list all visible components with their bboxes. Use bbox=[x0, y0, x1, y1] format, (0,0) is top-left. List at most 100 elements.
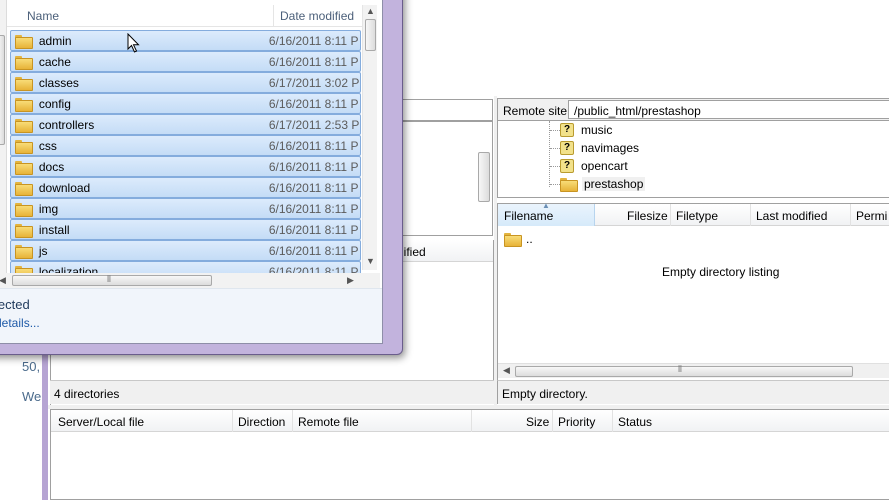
file-row[interactable]: img 6/16/2011 8:11 P bbox=[10, 198, 361, 219]
remote-tree-item-navimages[interactable]: ? navimages bbox=[550, 139, 639, 157]
file-date: 6/16/2011 8:11 P bbox=[268, 222, 359, 237]
file-list-vertical-scrollbar[interactable]: ▲ ▼ bbox=[362, 5, 377, 270]
show-details-link[interactable]: details... bbox=[0, 316, 40, 330]
remote-tree-label: music bbox=[581, 123, 613, 137]
file-row[interactable]: config 6/16/2011 8:11 P bbox=[10, 93, 361, 114]
scrollbar-thumb[interactable] bbox=[0, 35, 5, 145]
col-name[interactable]: Name bbox=[27, 9, 59, 23]
column-separator[interactable] bbox=[750, 204, 751, 226]
queue-col-file[interactable]: Server/Local file bbox=[58, 415, 144, 429]
remote-site-bar: Remote site: /public_html/prestashop bbox=[497, 98, 889, 121]
column-separator[interactable] bbox=[292, 410, 293, 432]
file-name: install bbox=[38, 222, 70, 237]
remote-tree-label: navimages bbox=[581, 141, 640, 155]
question-folder-icon: ? bbox=[560, 123, 574, 137]
file-date: 6/16/2011 8:11 P bbox=[268, 243, 359, 258]
file-name: img bbox=[38, 201, 59, 216]
col-last-modified[interactable]: Last modified bbox=[756, 209, 827, 223]
col-filetype[interactable]: Filetype bbox=[676, 209, 718, 223]
remote-file-list[interactable]: ▲ Filename Filesize Filetype Last modifi… bbox=[497, 201, 889, 380]
file-row[interactable]: admin 6/16/2011 8:11 P bbox=[10, 30, 361, 51]
remote-tree-pane[interactable]: ? music ? navimages ? opencart prestasho… bbox=[497, 121, 889, 198]
file-row[interactable]: download 6/16/2011 8:11 P bbox=[10, 177, 361, 198]
transfer-queue[interactable]: Server/Local file Direction Remote file … bbox=[50, 409, 889, 500]
remote-tree-item-opencart[interactable]: ? opencart bbox=[550, 157, 628, 175]
folder-icon bbox=[15, 118, 33, 133]
remote-tree-item-prestashop[interactable]: prestashop bbox=[550, 175, 646, 193]
folder-icon bbox=[15, 97, 33, 112]
file-date: 6/16/2011 8:11 P bbox=[268, 96, 359, 111]
queue-header: Server/Local file Direction Remote file … bbox=[51, 410, 889, 432]
window-frame-left bbox=[42, 350, 48, 500]
navigation-pane-scrollbar[interactable] bbox=[0, 0, 7, 275]
grip-icon: ⦀ bbox=[107, 274, 111, 284]
remote-status-text: Empty directory. bbox=[502, 387, 588, 401]
background-text-1: 50, bbox=[22, 359, 41, 374]
remote-horizontal-scrollbar[interactable]: ◀ ⦀ bbox=[498, 363, 889, 378]
col-filename[interactable]: Filename bbox=[504, 209, 553, 223]
scroll-right-icon[interactable]: ▶ bbox=[347, 275, 354, 286]
folder-icon bbox=[15, 139, 33, 154]
file-row[interactable]: install 6/16/2011 8:11 P bbox=[10, 219, 361, 240]
folder-icon bbox=[15, 223, 33, 238]
folder-icon bbox=[15, 76, 33, 91]
question-folder-icon: ? bbox=[560, 159, 574, 173]
file-row[interactable]: js 6/16/2011 8:11 P bbox=[10, 240, 361, 261]
file-list[interactable]: admin 6/16/2011 8:11 P cache 6/16/2011 8:11… bbox=[10, 30, 361, 282]
queue-col-size[interactable]: Size bbox=[526, 415, 549, 429]
scrollbar-thumb[interactable]: ⦀ bbox=[12, 274, 212, 286]
scrollbar-thumb[interactable]: ⦀ bbox=[515, 364, 853, 377]
tree-connector bbox=[550, 129, 560, 131]
grip-icon: ⦀ bbox=[678, 364, 682, 374]
file-row[interactable]: docs 6/16/2011 8:11 P bbox=[10, 156, 361, 177]
folder-icon bbox=[15, 244, 33, 259]
local-file-header: dified bbox=[397, 240, 493, 262]
column-separator[interactable] bbox=[612, 410, 613, 432]
column-separator[interactable] bbox=[670, 204, 671, 226]
file-name: docs bbox=[38, 159, 65, 174]
remote-site-input[interactable]: /public_html/prestashop bbox=[568, 100, 889, 119]
col-date-modified[interactable]: Date modified bbox=[280, 9, 354, 23]
queue-col-direction[interactable]: Direction bbox=[238, 415, 285, 429]
column-separator[interactable] bbox=[232, 410, 233, 432]
tree-connector bbox=[550, 183, 560, 185]
scroll-down-icon[interactable]: ▼ bbox=[366, 256, 375, 266]
local-tree-pane[interactable] bbox=[400, 121, 493, 236]
file-row[interactable]: cache 6/16/2011 8:11 P bbox=[10, 51, 361, 72]
tree-connector bbox=[550, 165, 560, 167]
file-date: 6/16/2011 8:11 P bbox=[268, 138, 359, 153]
local-tree-scrollbar-thumb[interactable] bbox=[478, 152, 490, 202]
file-date: 6/17/2011 2:53 P bbox=[268, 117, 360, 132]
scroll-left-icon[interactable]: ◀ bbox=[503, 365, 510, 376]
file-name: cache bbox=[38, 54, 71, 69]
scrollbar-thumb[interactable] bbox=[365, 19, 376, 51]
parent-directory-row[interactable]: .. bbox=[504, 230, 533, 248]
column-separator[interactable] bbox=[850, 204, 851, 226]
file-name: css bbox=[38, 138, 57, 153]
queue-col-status[interactable]: Status bbox=[618, 415, 652, 429]
scroll-up-icon[interactable]: ▲ bbox=[366, 6, 375, 16]
selection-count-text: lected bbox=[0, 297, 30, 312]
queue-col-remote-file[interactable]: Remote file bbox=[298, 415, 359, 429]
folder-icon bbox=[504, 233, 522, 247]
file-date: 6/16/2011 8:11 P bbox=[268, 180, 359, 195]
scroll-left-icon[interactable]: ◀ bbox=[0, 275, 6, 286]
queue-col-priority[interactable]: Priority bbox=[558, 415, 595, 429]
column-separator[interactable] bbox=[552, 410, 553, 432]
local-site-field[interactable] bbox=[400, 99, 493, 121]
file-list-horizontal-scrollbar[interactable]: ◀ ⦀ ▶ bbox=[0, 273, 380, 288]
remote-tree-item-music[interactable]: ? music bbox=[550, 121, 612, 139]
folder-icon bbox=[15, 202, 33, 217]
col-filesize[interactable]: Filesize bbox=[627, 209, 668, 223]
remote-tree-label: opencart bbox=[581, 159, 628, 173]
column-separator[interactable] bbox=[471, 410, 472, 432]
folder-icon bbox=[15, 34, 33, 49]
remote-file-header: ▲ Filename Filesize Filetype Last modifi… bbox=[498, 201, 889, 226]
file-name: download bbox=[38, 180, 91, 195]
file-row[interactable]: css 6/16/2011 8:11 P bbox=[10, 135, 361, 156]
file-row[interactable]: classes 6/17/2011 3:02 P bbox=[10, 72, 361, 93]
file-row[interactable]: controllers 6/17/2011 2:53 P bbox=[10, 114, 361, 135]
column-separator[interactable] bbox=[273, 5, 274, 27]
col-permissions[interactable]: Permi bbox=[856, 209, 887, 223]
remote-status-bar: Empty directory. bbox=[497, 380, 889, 404]
